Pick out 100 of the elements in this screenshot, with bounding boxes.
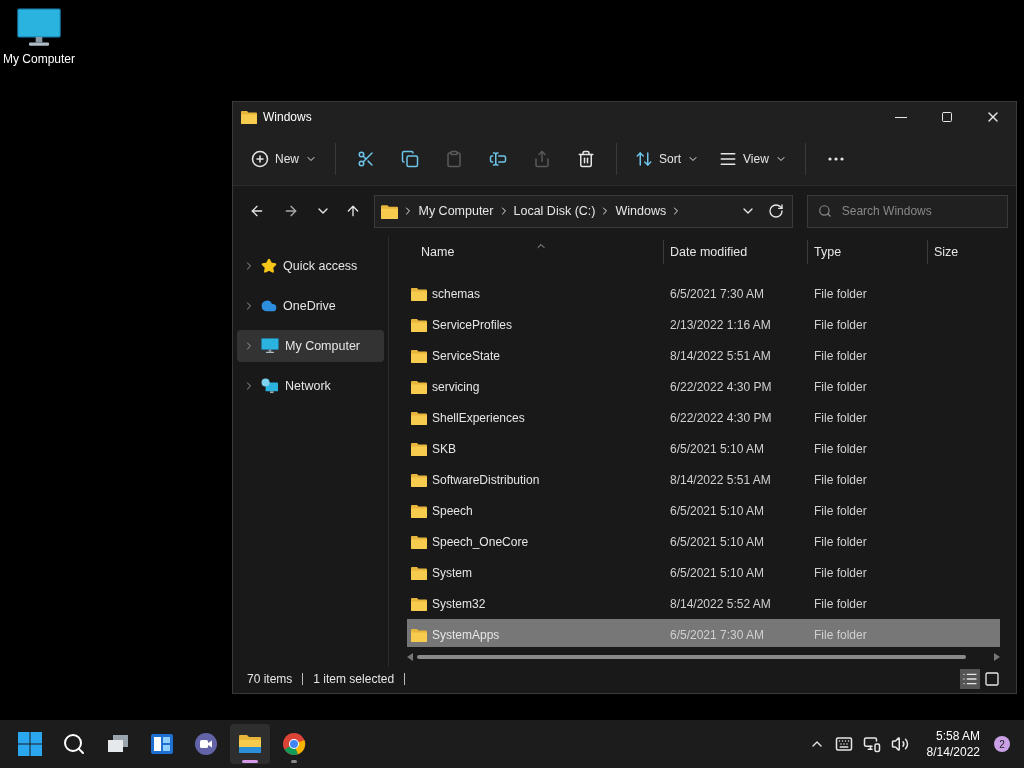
folder-icon	[411, 409, 427, 426]
horizontal-scrollbar[interactable]	[417, 655, 966, 659]
folder-icon	[238, 732, 262, 756]
file-row[interactable]: ShellExperiences 6/22/2022 4:30 PM File folder	[407, 402, 1000, 433]
file-name: ServiceProfiles	[432, 316, 513, 334]
monitor-icon	[16, 8, 62, 48]
cloud-icon	[261, 298, 277, 314]
file-name: SystemApps	[432, 626, 500, 644]
nav-item[interactable]: OneDrive	[237, 290, 384, 322]
item-count: 70 items	[247, 671, 293, 688]
file-row[interactable]: ServiceState 8/14/2022 5:51 AM File folder	[407, 340, 1000, 371]
file-name: ShellExperiences	[432, 409, 525, 427]
video-chat-icon	[194, 732, 218, 756]
type-cell-text: File folder	[813, 285, 868, 303]
rename-icon	[489, 149, 507, 168]
search-field[interactable]: Search Windows	[841, 202, 992, 220]
folder-icon	[411, 502, 427, 519]
folder-icon	[411, 316, 427, 333]
date-cell-text: 6/5/2021 5:10 AM	[669, 502, 766, 520]
file-name: System	[432, 564, 472, 582]
folder-icon	[381, 203, 399, 219]
date-cell-text: 6/22/2022 4:30 PM	[669, 409, 773, 427]
trash-icon	[577, 149, 595, 168]
type-cell-text: File folder	[813, 347, 868, 365]
sort-icon	[635, 149, 653, 168]
folder-icon	[411, 440, 427, 457]
search-icon	[62, 732, 86, 756]
date-cell-text: 6/5/2021 7:30 AM	[669, 285, 766, 303]
date-cell-text: 6/22/2022 4:30 PM	[669, 378, 773, 396]
file-name: schemas	[432, 285, 481, 303]
breadcrumb[interactable]: Windows	[615, 201, 667, 221]
date-cell-text: 6/5/2021 5:10 AM	[669, 564, 766, 582]
volume-icon[interactable]	[890, 735, 909, 753]
details-view-button[interactable]	[960, 669, 980, 689]
type-cell-text: File folder	[813, 440, 868, 458]
minimize-icon	[895, 116, 907, 118]
file-row[interactable]: Speech_OneCore 6/5/2021 5:10 AM File folder	[407, 526, 1000, 557]
date-cell-text: 2/13/2022 1:16 AM	[669, 316, 772, 334]
file-row[interactable]: SystemApps 6/5/2021 7:30 AM File folder	[407, 619, 1000, 647]
type-cell-text: File folder	[813, 564, 868, 582]
file-name: SoftwareDistribution	[432, 471, 540, 489]
nav-item[interactable]: My Computer	[237, 330, 384, 362]
monitor-icon	[261, 338, 279, 354]
nav-item[interactable]: Network	[237, 370, 384, 402]
address-bar[interactable]: My Computer Local Disk (C:) Windows	[374, 194, 793, 228]
details-icon	[962, 671, 978, 687]
file-row[interactable]: System 6/5/2021 5:10 AM File folder	[407, 557, 1000, 588]
sort-button[interactable]: Sort	[627, 141, 708, 176]
file-row[interactable]: System32 8/14/2022 5:52 AM File folder	[407, 588, 1000, 619]
keyboard-icon[interactable]	[834, 735, 853, 753]
scissors-icon	[357, 149, 375, 168]
maximize-icon	[941, 111, 953, 123]
more-icon	[827, 156, 844, 161]
column-header[interactable]: Type	[807, 240, 927, 264]
file-row[interactable]: ServiceProfiles 2/13/2022 1:16 AM File folder	[407, 309, 1000, 340]
file-row[interactable]: SoftwareDistribution 8/14/2022 5:51 AM File folder	[407, 464, 1000, 495]
clock[interactable]: 5:58 AM 8/14/2022	[926, 728, 980, 760]
network-icon[interactable]	[862, 735, 881, 753]
file-name: System32	[432, 595, 486, 613]
type-cell-text: File folder	[813, 533, 868, 551]
folder-icon	[411, 347, 427, 364]
nav-item[interactable]: Quick access	[237, 250, 384, 282]
type-cell-text: File folder	[813, 471, 868, 489]
file-name: ServiceState	[432, 347, 501, 365]
type-cell-text: File folder	[813, 626, 868, 644]
tiles-view-button[interactable]	[982, 669, 1002, 689]
star-icon	[261, 258, 277, 274]
column-header[interactable]: Size	[927, 240, 997, 264]
view-button[interactable]: View	[711, 141, 795, 176]
file-name: Speech_OneCore	[432, 533, 529, 551]
tiles-icon	[984, 671, 1000, 687]
type-cell-text: File folder	[813, 409, 868, 427]
file-name: Speech	[432, 502, 473, 520]
explorer-taskbar-button[interactable]	[230, 724, 270, 764]
scroll-left-icon[interactable]	[407, 653, 413, 661]
column-header[interactable]: Date modified	[663, 240, 807, 264]
chrome-icon	[282, 732, 306, 756]
breadcrumb[interactable]: Local Disk (C:)	[513, 201, 596, 221]
date-cell-text: 8/14/2022 5:51 AM	[669, 347, 772, 365]
new-button[interactable]: New	[243, 141, 325, 176]
folder-icon	[411, 595, 427, 612]
file-row[interactable]: Speech 6/5/2021 5:10 AM File folder	[407, 495, 1000, 526]
notification-badge[interactable]: 2	[994, 736, 1010, 752]
file-name: SKB	[432, 440, 456, 458]
file-name: servicing	[432, 378, 480, 396]
selection-count: 1 item selected	[313, 671, 395, 688]
file-row[interactable]: schemas 6/5/2021 7:30 AM File folder	[407, 278, 1000, 309]
folder-icon	[411, 285, 427, 302]
clipboard-icon	[445, 149, 463, 168]
search-box[interactable]: Search Windows	[806, 194, 1008, 228]
file-row[interactable]: SKB 6/5/2021 5:10 AM File folder	[407, 433, 1000, 464]
folder-icon	[411, 471, 427, 488]
breadcrumb[interactable]: My Computer	[418, 201, 494, 221]
type-cell-text: File folder	[813, 502, 868, 520]
scroll-right-icon[interactable]	[994, 653, 1000, 661]
file-row[interactable]: servicing 6/22/2022 4:30 PM File folder	[407, 371, 1000, 402]
type-cell-text: File folder	[813, 378, 868, 396]
folder-icon	[411, 378, 427, 395]
column-header[interactable]: Name	[407, 240, 663, 264]
desktop-icon-label[interactable]: My Computer	[3, 50, 75, 68]
